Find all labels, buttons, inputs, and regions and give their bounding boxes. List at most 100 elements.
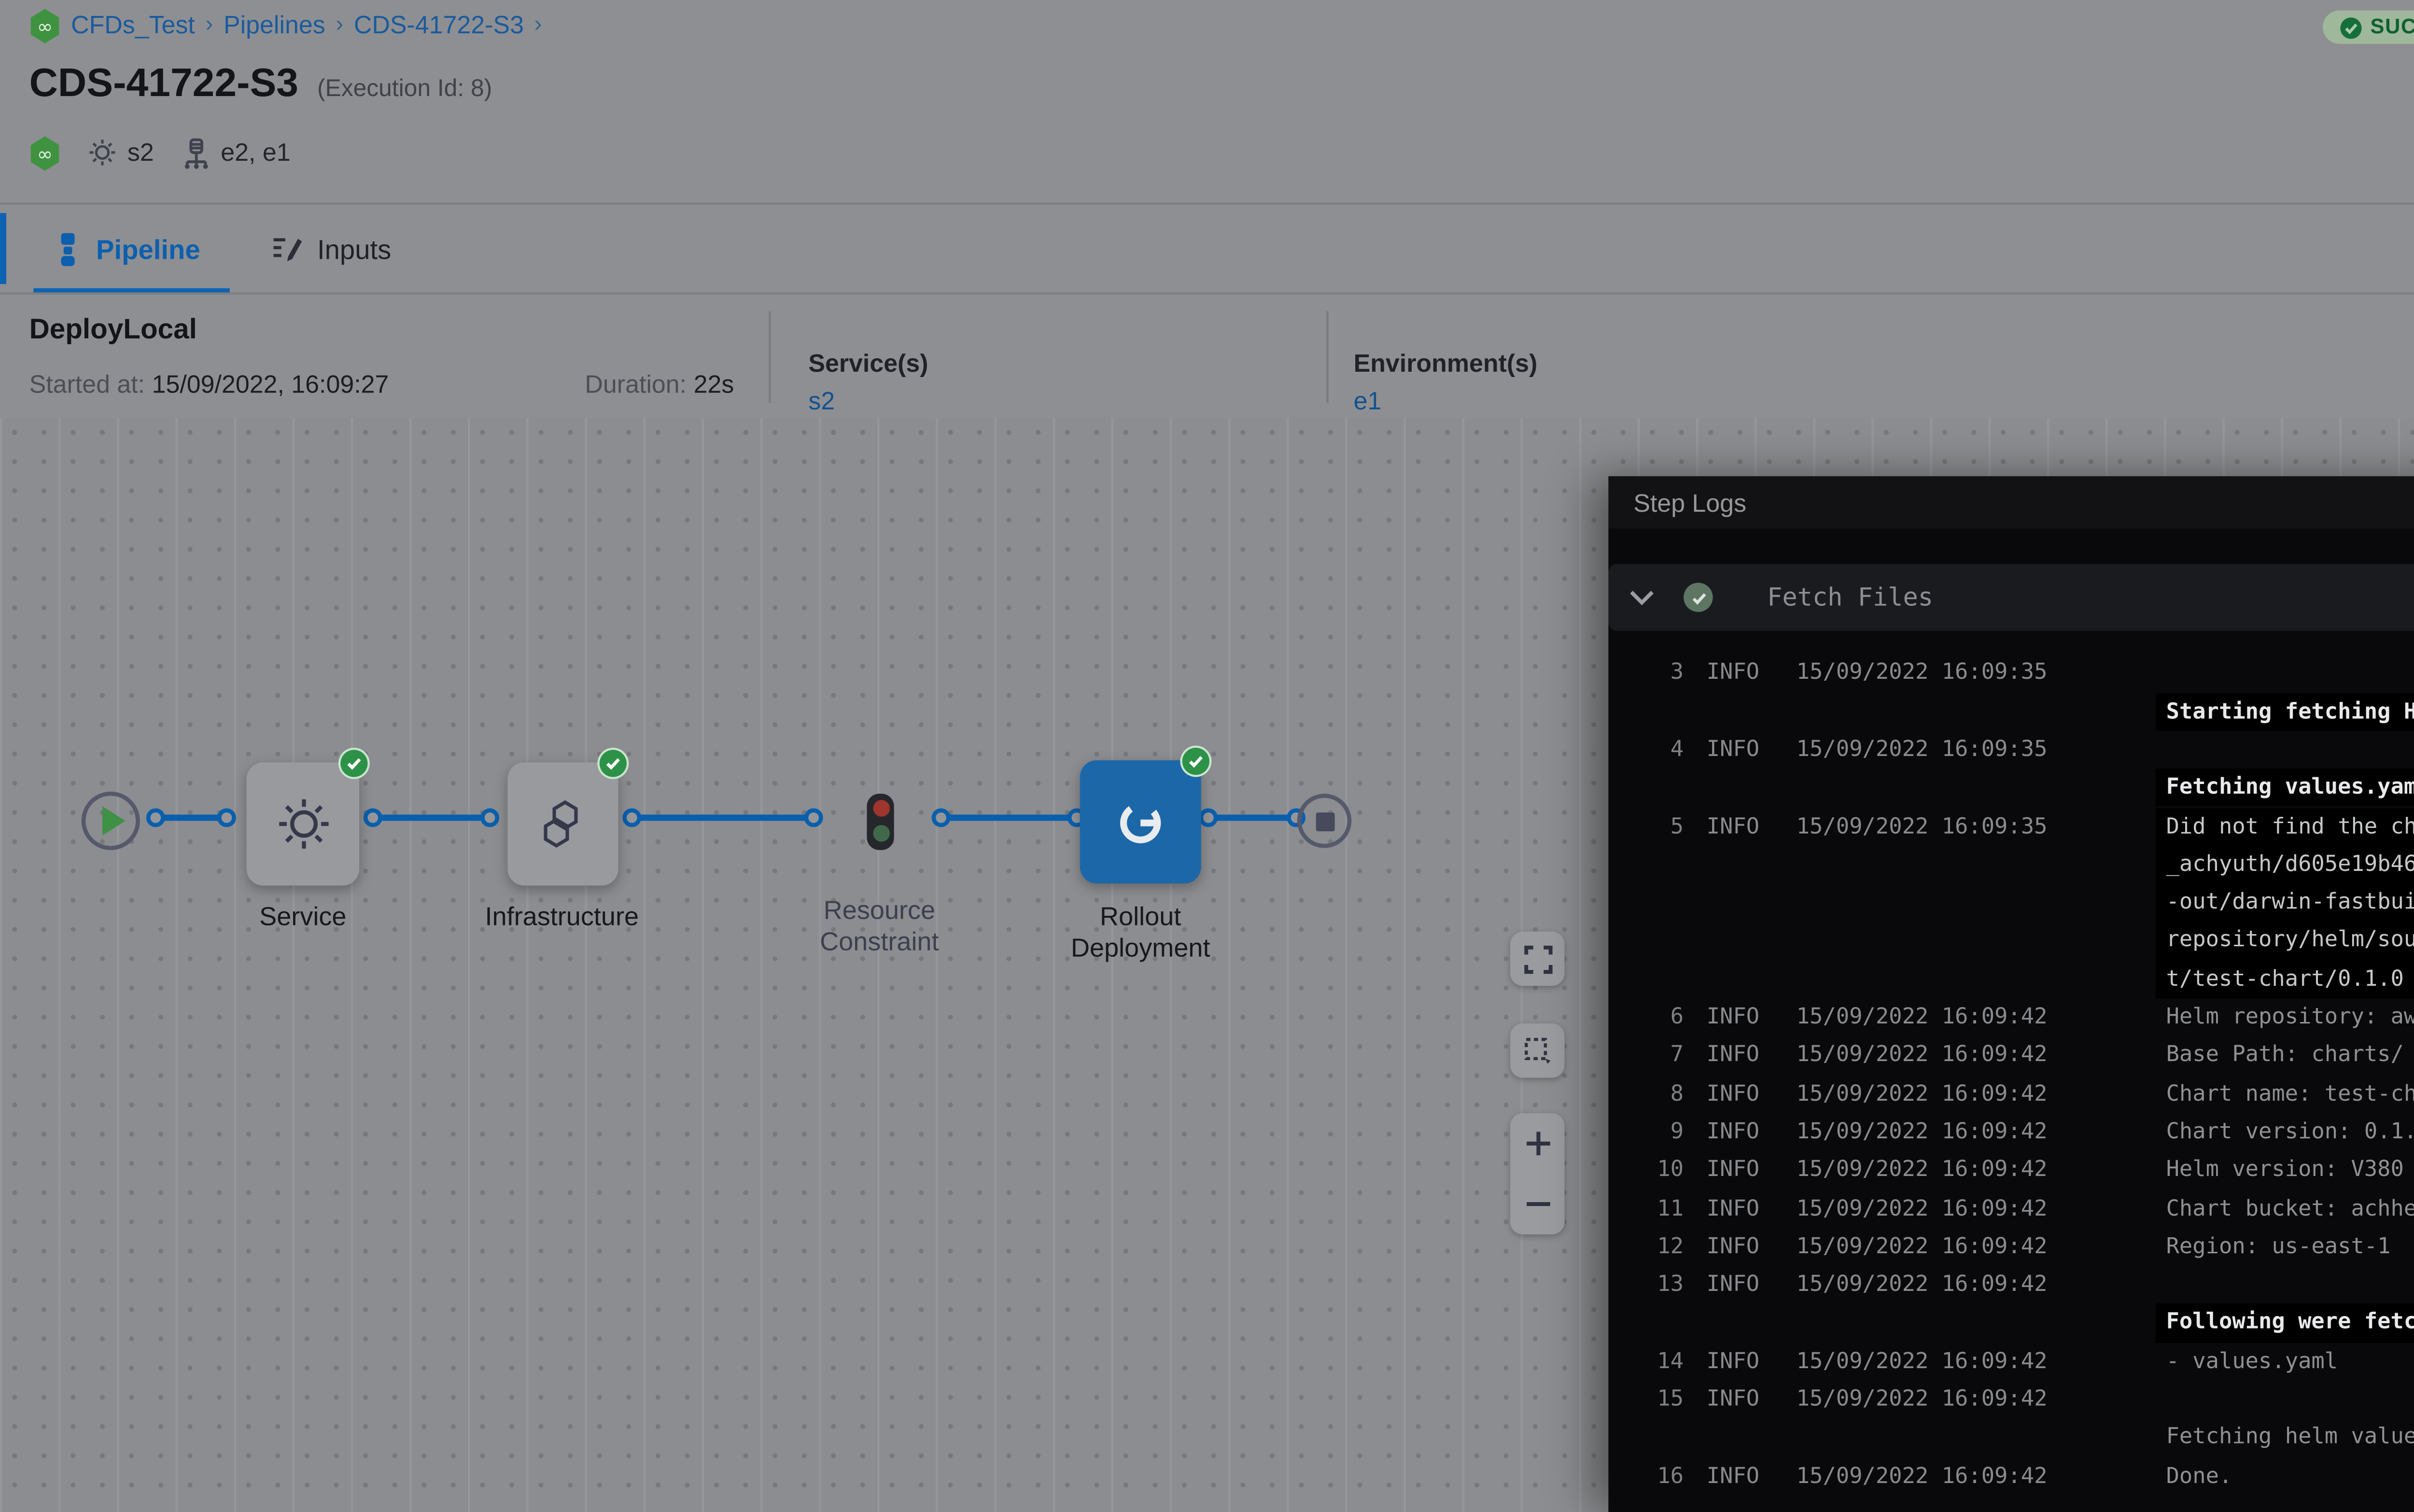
log-row: 9INFO15/09/2022 16:09:42Chart version: 0…: [1608, 1113, 2414, 1151]
environment-link[interactable]: e1: [1354, 386, 1382, 416]
service-link[interactable]: s2: [808, 386, 835, 416]
log-message: Chart version: 0.1.0: [2166, 1113, 2414, 1151]
log-level: INFO: [1707, 1228, 1759, 1266]
log-line-number: 12: [1608, 1228, 1684, 1266]
log-line-number: 15: [1608, 1381, 1684, 1419]
tab-bar: Pipeline Inputs Console View: [0, 205, 2414, 294]
svg-text:∞: ∞: [37, 142, 53, 164]
breadcrumb-item[interactable]: CDS-41722-S3: [354, 11, 524, 40]
log-row: 6INFO15/09/2022 16:09:42Helm repository:…: [1608, 998, 2414, 1036]
service-tag[interactable]: s2: [88, 138, 154, 168]
hexagons-icon: [535, 796, 591, 852]
started-at-label: Started at:: [29, 370, 145, 399]
breadcrumb-separator: ›: [534, 13, 542, 38]
zoom-out-button[interactable]: [1510, 1175, 1564, 1233]
log-row: t/test-chart/0.1.0: [1608, 960, 2414, 998]
started-at: Started at: 15/09/2022, 16:09:27: [29, 370, 389, 399]
log-message: _achyuth/d605e19b46448ceaacb01fb4c19633a…: [2156, 845, 2414, 883]
node-service[interactable]: [247, 762, 360, 885]
active-tab-underline: [33, 287, 230, 293]
node-infrastructure[interactable]: [507, 762, 618, 885]
environment-tag-label: e2, e1: [221, 138, 290, 168]
start-node[interactable]: [82, 792, 140, 850]
environments-icon: [181, 137, 211, 168]
meta-row: ∞ s2: [29, 132, 291, 174]
log-level: INFO: [1707, 807, 1759, 845]
log-level: INFO: [1707, 1381, 1759, 1419]
node-label-rollout-deployment: Rollout Deployment: [1057, 902, 1224, 965]
log-message: t/test-chart/0.1.0: [2156, 960, 2414, 998]
execution-id: (Execution Id: 8): [317, 77, 492, 102]
log-timestamp: 15/09/2022 16:09:42: [1796, 1266, 2048, 1304]
plus-icon: [1522, 1128, 1553, 1159]
log-timestamp: 15/09/2022 16:09:35: [1796, 654, 2048, 692]
duration: Duration: 22s: [585, 370, 734, 399]
log-level: INFO: [1707, 1151, 1759, 1190]
breadcrumb-separator: ›: [205, 13, 213, 38]
log-message: Helm version: V380: [2166, 1151, 2404, 1190]
status-label: SUCCESS: [2370, 15, 2414, 39]
edge-endpoint: [479, 807, 498, 826]
log-message: Following were fetched successfully :: [2156, 1304, 2414, 1342]
success-check-badge: [1180, 746, 1211, 777]
fit-view-icon: [1522, 943, 1553, 974]
chevron-down-icon[interactable]: [1629, 589, 1655, 606]
canvas-select-button[interactable]: [1510, 1023, 1564, 1078]
log-message: Helm repository: aws-qa-setup-modified: [2166, 998, 2414, 1036]
started-at-value: 15/09/2022, 16:09:27: [152, 370, 389, 399]
zoom-in-button[interactable]: [1510, 1114, 1564, 1173]
traffic-red-light: [872, 800, 889, 817]
active-tab-edge-indicator: [0, 213, 6, 284]
edge-connector: [1211, 814, 1291, 821]
page-header: ∞ CFDs_Test›Pipelines›CDS-41722-S3› SUCC…: [0, 0, 2414, 205]
log-message: Fetching helm values completed successfu…: [2166, 1419, 2414, 1457]
duration-value: 22s: [694, 370, 734, 399]
status-badge: SUCCESS: [2322, 11, 2414, 44]
log-timestamp: 15/09/2022 16:09:42: [1796, 998, 2048, 1036]
breadcrumb-item[interactable]: Pipelines: [224, 11, 325, 40]
title-row: CDS-41722-S3 (Execution Id: 8): [29, 63, 492, 109]
log-row: repository/helm/source/93602db7-89f2-317…: [1608, 922, 2414, 960]
duration-label: Duration:: [585, 370, 687, 399]
log-line-number: 4: [1608, 731, 1684, 769]
log-row: 4 INFO 15/09/2022 16:09:35: [1608, 731, 2414, 769]
tabs: Pipeline Inputs: [54, 205, 391, 293]
canvas-fit-button[interactable]: [1510, 932, 1564, 986]
end-node[interactable]: [1297, 794, 1351, 848]
edge-endpoint: [803, 807, 822, 826]
success-check-badge: [338, 748, 370, 779]
breadcrumb-item[interactable]: CFDs_Test: [71, 11, 195, 40]
log-level: INFO: [1707, 731, 1759, 769]
log-level: INFO: [1707, 1266, 1759, 1304]
log-message: repository/helm/source/93602db7-89f2-317…: [2156, 922, 2414, 960]
log-row: 12INFO15/09/2022 16:09:42Region: us-east…: [1608, 1228, 2414, 1266]
log-timestamp: 15/09/2022 16:09:42: [1796, 1343, 2048, 1381]
traffic-green-light: [872, 825, 889, 842]
log-message: -out/darwin-fastbuild/bin/260-delegate/e…: [2156, 884, 2414, 922]
node-label-service: Service: [178, 902, 428, 934]
log-row: 8INFO15/09/2022 16:09:42Chart name: test…: [1608, 1075, 2414, 1113]
tab-inputs[interactable]: Inputs: [271, 233, 391, 264]
tab-pipeline[interactable]: Pipeline: [54, 231, 200, 266]
log-row: Starting fetching Helm values: [1608, 693, 2414, 731]
node-rollout-deployment[interactable]: [1080, 760, 1201, 883]
edge-endpoint: [363, 807, 381, 826]
node-resource-constraint[interactable]: [867, 794, 894, 850]
log-message: Chart name: test-chart: [2166, 1075, 2414, 1113]
log-level: INFO: [1707, 998, 1759, 1036]
stage-name: DeployLocal: [29, 313, 197, 345]
log-level: INFO: [1707, 1457, 1759, 1495]
log-level: INFO: [1707, 1036, 1759, 1075]
log-row: 11INFO15/09/2022 16:09:42Chart bucket: a…: [1608, 1190, 2414, 1228]
log-message: Starting fetching Helm values: [2156, 693, 2414, 731]
log-timestamp: 15/09/2022 16:09:35: [1796, 731, 2048, 769]
log-lines[interactable]: in go/1.17.10 )3INFO15/09/2022 16:09:35S…: [1608, 616, 2414, 1512]
log-level: INFO: [1707, 654, 1759, 692]
log-timestamp: 15/09/2022 16:09:42: [1796, 1190, 2048, 1228]
environment-tag[interactable]: e2, e1: [181, 137, 291, 168]
log-level: INFO: [1707, 1075, 1759, 1113]
services-label: Service(s): [808, 349, 928, 378]
harness-logo-icon: ∞: [29, 7, 61, 43]
log-step-header[interactable]: Fetch Files 9s: [1608, 564, 2414, 630]
log-message: Region: us-east-1: [2166, 1228, 2391, 1266]
